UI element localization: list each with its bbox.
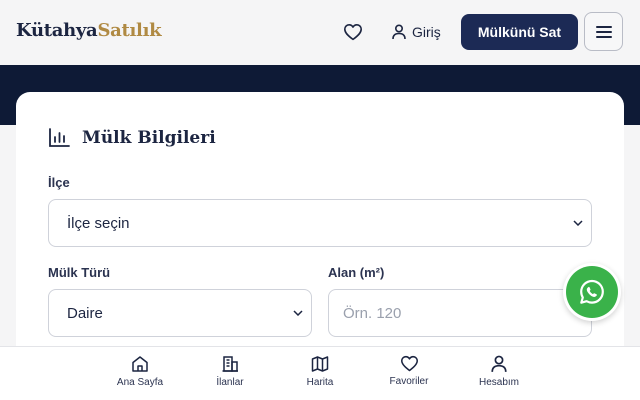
whatsapp-fab[interactable] (563, 263, 621, 321)
nav-item-account[interactable]: Hesabım (464, 355, 534, 388)
district-select-value: İlçe seçin (67, 214, 130, 232)
heart-icon (400, 355, 418, 372)
property-type-value: Daire (67, 304, 103, 322)
whatsapp-icon (580, 279, 604, 304)
top-navbar: KütahyaSatılık Giriş Mülkünü Sat (0, 0, 640, 65)
property-type-select[interactable]: Daire (48, 289, 312, 337)
nav-item-map[interactable]: Harita (285, 355, 355, 388)
district-select[interactable]: İlçe seçin (48, 199, 592, 247)
area-input-placeholder: Örn. 120 (343, 304, 402, 322)
logo-text-primary: Kütahya (16, 20, 98, 41)
nav-item-listings[interactable]: İlanlar (195, 355, 265, 388)
nav-item-label: Favoriler (389, 376, 429, 387)
menu-icon (595, 25, 612, 38)
whatsapp-fab-circle (566, 266, 618, 318)
chevron-down-icon (573, 220, 583, 226)
section-title: Mülk Bilgileri (82, 128, 216, 148)
nav-item-home[interactable]: Ana Sayfa (105, 355, 175, 388)
area-input[interactable]: Örn. 120 (328, 289, 592, 337)
building-icon (222, 356, 238, 372)
login-label: Giriş (412, 24, 441, 40)
logo-text-accent: Satılık (97, 20, 162, 41)
login-link[interactable]: Giriş (392, 22, 441, 42)
nav-item-label: Ana Sayfa (116, 377, 164, 388)
bottom-navigation: Ana Sayfa İlanlar Harita Favoriler Hesab… (0, 346, 640, 400)
nav-item-favorites[interactable]: Favoriler (374, 355, 444, 387)
sell-property-button[interactable]: Mülkünü Sat (461, 14, 578, 50)
nav-item-label: Hesabım (478, 377, 519, 388)
user-icon (392, 24, 406, 40)
site-logo[interactable]: KütahyaSatılık (16, 20, 162, 41)
nav-item-label: Harita (306, 377, 334, 388)
area-label: Alan (m²) (328, 265, 385, 280)
map-icon (311, 356, 329, 372)
hamburger-menu-button[interactable] (584, 12, 623, 51)
home-icon (132, 356, 148, 372)
section-header: Mülk Bilgileri (48, 128, 216, 148)
bar-chart-icon (49, 128, 70, 147)
nav-item-label: İlanlar (216, 377, 244, 388)
chevron-down-icon (293, 310, 303, 316)
property-type-label: Mülk Türü (48, 265, 111, 280)
favorites-heart-button[interactable] (342, 21, 364, 43)
user-icon (491, 355, 507, 372)
district-label: İlçe (48, 175, 70, 190)
heart-icon (344, 23, 362, 41)
